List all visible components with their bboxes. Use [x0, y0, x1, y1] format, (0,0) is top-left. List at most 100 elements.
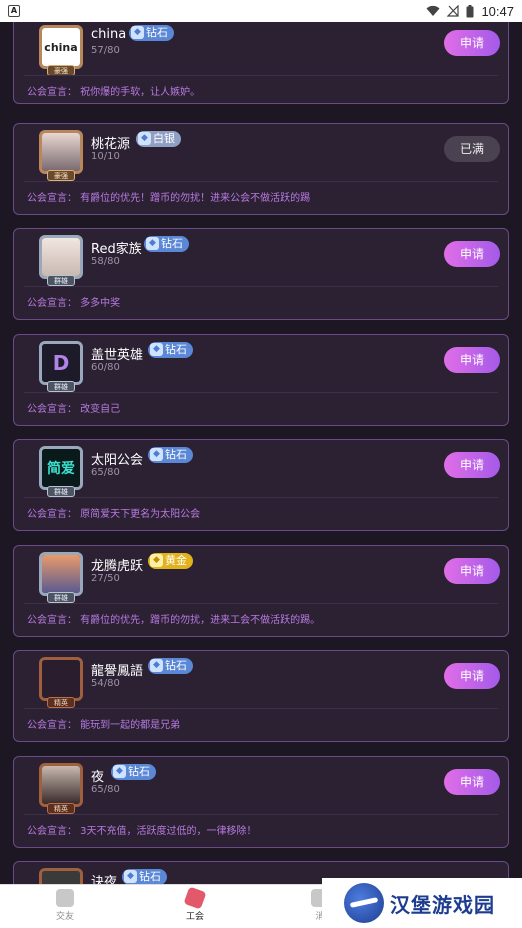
guild-name: 诀夜: [91, 875, 118, 884]
guild-card[interactable]: 精英 夜 ◆ 钻石 65/80 申请 公会宣言： 3天不充值，活跃度过低的，一律移…: [13, 756, 509, 848]
guild-avatar: [39, 868, 83, 884]
member-count: 10/10: [91, 151, 120, 162]
tier-badge: 精英: [47, 803, 75, 814]
member-count: 65/80: [91, 467, 120, 478]
social-tab-icon: [56, 889, 74, 907]
avatar-frame: [39, 868, 83, 884]
tier-badge: 群雄: [47, 381, 75, 392]
member-count: 65/80: [91, 784, 120, 795]
guild-avatar: 简爱 群雄: [39, 446, 83, 497]
clock: 10:47: [481, 3, 514, 19]
diamond-gem-icon: ◆: [131, 26, 144, 39]
avatar-image: [42, 555, 80, 593]
gold-gem-icon: ◆: [150, 554, 163, 567]
guild-motto: 公会宣言： 多多中奖: [27, 298, 121, 309]
rank-badge: ◆ 钻石: [129, 25, 174, 41]
avatar-frame: [39, 552, 83, 596]
guild-card[interactable]: 简爱 群雄 太阳公会 ◆ 钻石 65/80 申请 公会宣言： 原简爱天下更名为太阳…: [13, 439, 509, 531]
apply-button[interactable]: 申请: [444, 452, 500, 478]
diamond-gem-icon: ◆: [146, 237, 159, 250]
guild-motto: 公会宣言： 原简爱天下更名为太阳公会: [27, 509, 201, 520]
battery-icon: [466, 4, 474, 17]
rank-badge: ◆ 白银: [136, 131, 181, 147]
site-watermark: 汉堡游戏园: [322, 878, 522, 928]
guild-name: Red家族: [91, 242, 142, 257]
apply-button[interactable]: 申请: [444, 347, 500, 373]
guild-name: 盖世英雄: [91, 348, 144, 363]
guild-avatar: 精英: [39, 763, 83, 814]
guild-motto: 公会宣言： 改变自己: [27, 404, 121, 415]
status-bar: A 10:47: [0, 0, 522, 22]
rank-label: 钻石: [146, 26, 168, 39]
watermark-text: 汉堡游戏园: [390, 892, 495, 917]
tier-badge: 群雄: [47, 486, 75, 497]
avatar-frame: D: [39, 341, 83, 385]
avatar-image: 简爱: [42, 449, 80, 487]
apply-button[interactable]: 申请: [444, 558, 500, 584]
diamond-gem-icon: ◆: [150, 448, 163, 461]
avatar-image: [42, 871, 80, 884]
avatar-frame: china: [39, 25, 83, 69]
divider: [24, 286, 498, 287]
avatar-image: china: [42, 28, 80, 66]
guild-name: 夜: [91, 770, 105, 785]
rank-badge: ◆ 钻石: [144, 236, 189, 252]
apply-button[interactable]: 申请: [444, 241, 500, 267]
guild-card[interactable]: D 群雄 盖世英雄 ◆ 钻石 60/80 申请 公会宣言： 改变自己: [13, 334, 509, 426]
rank-label: 钻石: [139, 870, 161, 883]
rank-label: 黄金: [165, 554, 187, 567]
avatar-frame: [39, 657, 83, 701]
diamond-gem-icon: ◆: [150, 659, 163, 672]
diamond-gem-icon: ◆: [150, 343, 163, 356]
member-count: 27/50: [91, 573, 120, 584]
guild-motto: 公会宣言： 3天不充值，活跃度过低的，一律移除！: [27, 826, 257, 837]
diamond-gem-icon: ◆: [113, 765, 126, 778]
guild-card[interactable]: 精英 龍譽鳳語 ◆ 钻石 54/80 申请 公会宣言： 能玩到一起的都是兄弟: [13, 650, 509, 742]
rank-badge: ◆ 钻石: [122, 869, 167, 884]
full-status-button[interactable]: 已满: [444, 136, 500, 162]
tier-badge: 群雄: [47, 592, 75, 603]
rank-label: 钻石: [165, 659, 187, 672]
guild-tab-icon: [183, 886, 207, 910]
tab-label: 工会: [185, 912, 204, 922]
apply-button[interactable]: 申请: [444, 663, 500, 689]
avatar-image: [42, 766, 80, 804]
divider: [24, 181, 498, 182]
rank-badge: ◆ 黄金: [148, 553, 193, 569]
guild-card[interactable]: china 豪强 china ◆ 钻石 57/80 申请 公会宣言： 祝你爆的手软…: [13, 22, 509, 104]
tier-badge: 精英: [47, 697, 75, 708]
guild-card[interactable]: 群雄 龙腾虎跃 ◆ 黄金 27/50 申请 公会宣言： 有爵位的优先，蹭币的勿扰，…: [13, 545, 509, 637]
guild-name: 龍譽鳳語: [91, 664, 144, 679]
rank-label: 白银: [153, 132, 175, 145]
divider: [24, 497, 498, 498]
tab-guild[interactable]: 工会: [165, 886, 225, 922]
rank-label: 钻石: [161, 237, 183, 250]
avatar-image: [42, 238, 80, 276]
rank-badge: ◆ 钻石: [148, 447, 193, 463]
avatar-frame: [39, 130, 83, 174]
divider: [24, 392, 498, 393]
guild-name: 龙腾虎跃: [91, 559, 144, 574]
silver-gem-icon: ◆: [138, 132, 151, 145]
guild-card[interactable]: 群雄 Red家族 ◆ 钻石 58/80 申请 公会宣言： 多多中奖: [13, 228, 509, 320]
rank-badge: ◆ 钻石: [148, 342, 193, 358]
avatar-frame: [39, 763, 83, 807]
guild-list[interactable]: china 豪强 china ◆ 钻石 57/80 申请 公会宣言： 祝你爆的手软…: [0, 22, 522, 884]
guild-card[interactable]: 豪强 桃花源 ◆ 白银 10/10 已满 公会宣言： 有爵位的优先！蹭币的勿扰！进…: [13, 123, 509, 215]
avatar-image: [42, 660, 80, 698]
guild-avatar: 豪强: [39, 130, 83, 181]
diamond-gem-icon: ◆: [124, 870, 137, 883]
guild-avatar: D 群雄: [39, 341, 83, 392]
guild-name: china: [91, 27, 127, 42]
tab-label: 交友: [55, 912, 74, 922]
tab-social[interactable]: 交友: [35, 889, 95, 922]
divider: [24, 708, 498, 709]
apply-button[interactable]: 申请: [444, 30, 500, 56]
no-signal-icon: [447, 5, 460, 17]
apply-button[interactable]: 申请: [444, 769, 500, 795]
member-count: 60/80: [91, 362, 120, 373]
guild-name: 太阳公会: [91, 453, 144, 468]
divider: [24, 75, 498, 76]
avatar-frame: 简爱: [39, 446, 83, 490]
guild-motto: 公会宣言： 能玩到一起的都是兄弟: [27, 720, 181, 731]
